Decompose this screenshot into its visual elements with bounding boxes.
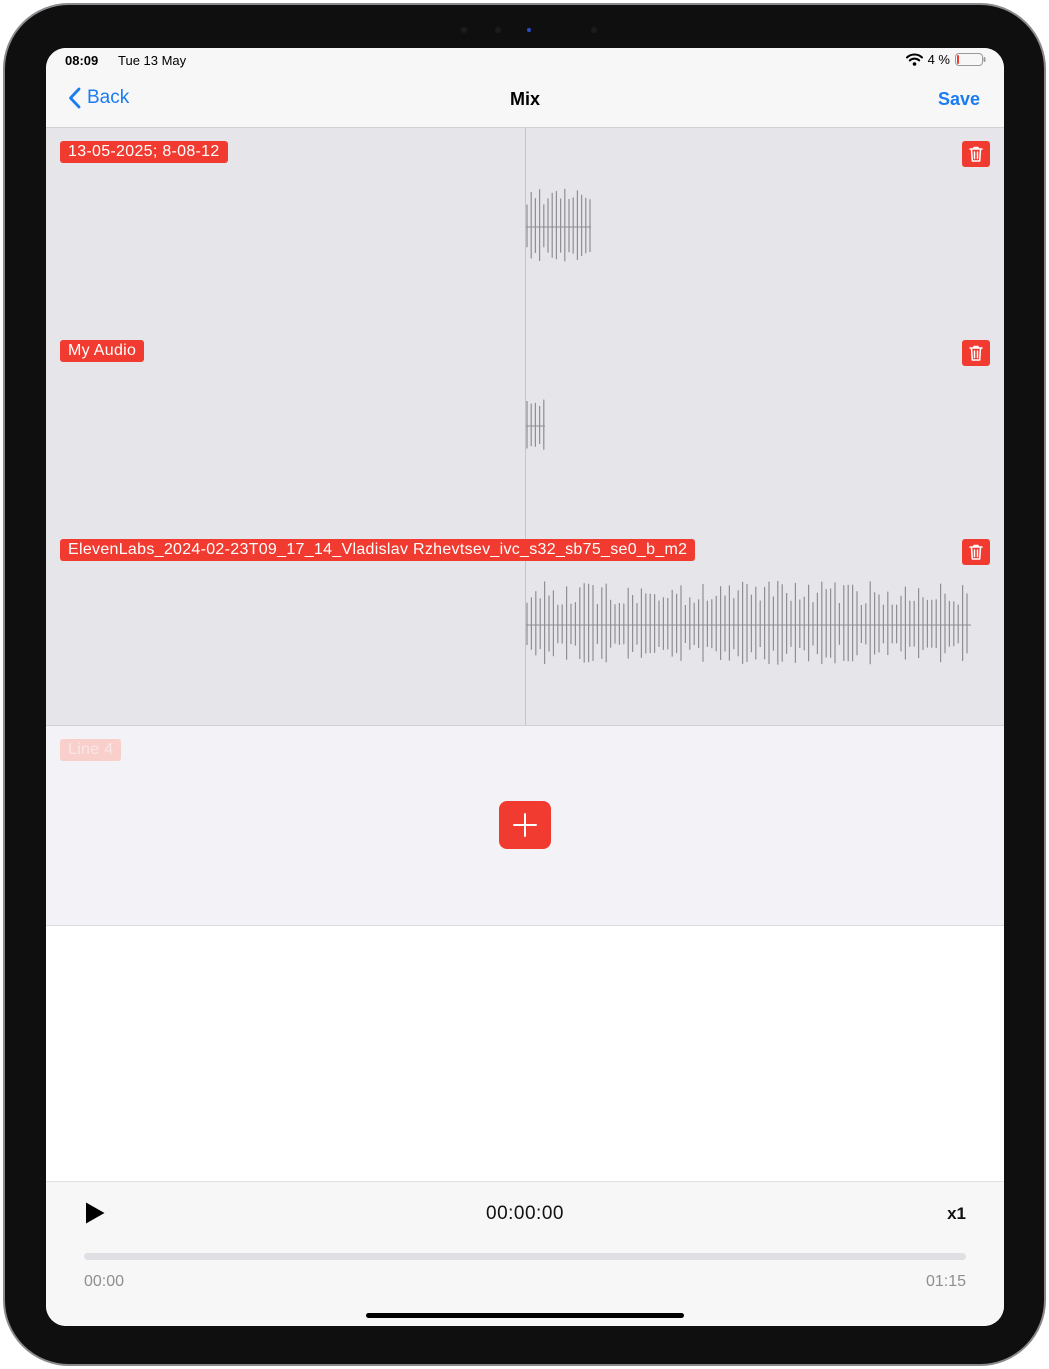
player-bar: 00:00:00 x1 00:00 01:15 bbox=[46, 1181, 1004, 1326]
screen: 08:09 Tue 13 May 4 % Back Mix Save 13-05… bbox=[46, 48, 1004, 1326]
front-camera bbox=[455, 27, 605, 33]
end-time: 01:15 bbox=[925, 1273, 966, 1290]
plus-icon bbox=[513, 813, 537, 837]
status-date: Tue 13 May bbox=[118, 53, 187, 68]
battery-percent: 4 % bbox=[927, 52, 950, 67]
trash-icon bbox=[969, 544, 983, 560]
waveform-bars bbox=[526, 399, 545, 450]
empty-track-label: Line 4 bbox=[60, 739, 122, 761]
track-label: My Audio bbox=[60, 340, 145, 362]
waveform-bars bbox=[526, 188, 591, 262]
status-right: 4 % bbox=[905, 52, 986, 67]
empty-track-row: Line 4 bbox=[46, 726, 1004, 926]
add-track-button[interactable] bbox=[499, 801, 551, 849]
save-button[interactable]: Save bbox=[938, 89, 980, 110]
delete-track-button[interactable] bbox=[962, 141, 990, 167]
status-bar: 08:09 Tue 13 May 4 % bbox=[46, 48, 1004, 72]
battery-icon bbox=[955, 53, 986, 66]
navigation-bar: Back Mix Save bbox=[46, 72, 1004, 128]
start-time: 00:00 bbox=[84, 1273, 125, 1290]
track-label: ElevenLabs_2024-02-23T09_17_14_Vladislav… bbox=[60, 539, 696, 561]
progress-slider[interactable] bbox=[84, 1253, 966, 1260]
page-title: Mix bbox=[509, 89, 540, 109]
playback-speed-button[interactable]: x1 bbox=[947, 1204, 966, 1224]
waveform bbox=[526, 399, 545, 450]
trash-icon bbox=[969, 345, 983, 361]
delete-track-button[interactable] bbox=[962, 539, 990, 565]
track-row[interactable]: My Audio bbox=[46, 327, 1004, 527]
delete-track-button[interactable] bbox=[962, 340, 990, 366]
waveform-bars bbox=[526, 581, 971, 665]
track-row[interactable]: 13-05-2025; 8-08-12 bbox=[46, 128, 1004, 328]
status-time: 08:09 bbox=[65, 53, 99, 68]
wifi-icon bbox=[905, 53, 923, 66]
track-label: 13-05-2025; 8-08-12 bbox=[60, 141, 228, 163]
current-time: 00:00:00 bbox=[486, 1203, 564, 1224]
track-row[interactable]: ElevenLabs_2024-02-23T09_17_14_Vladislav… bbox=[46, 526, 1004, 726]
home-indicator bbox=[366, 1313, 684, 1318]
trash-icon bbox=[969, 146, 983, 162]
